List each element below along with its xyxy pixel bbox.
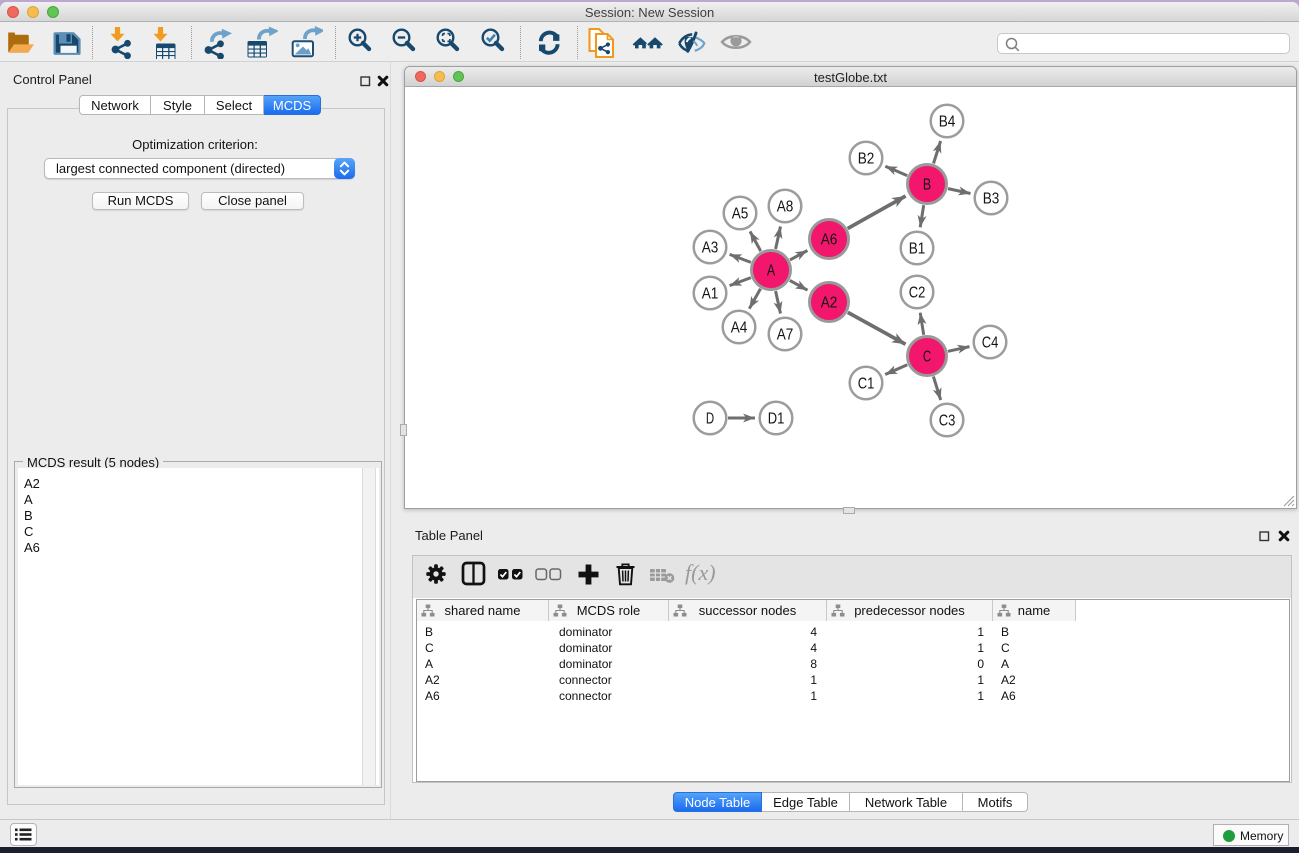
svg-text:C1: C1 [858, 376, 875, 393]
svg-text:A7: A7 [777, 327, 794, 344]
svg-text:C3: C3 [939, 413, 956, 430]
svg-text:A3: A3 [702, 240, 719, 257]
svg-text:B1: B1 [909, 241, 926, 258]
svg-text:A8: A8 [777, 199, 794, 216]
svg-text:C2: C2 [909, 285, 926, 302]
svg-text:A5: A5 [732, 206, 749, 223]
svg-text:B4: B4 [939, 114, 956, 131]
svg-text:C: C [923, 349, 931, 366]
svg-text:B: B [923, 177, 931, 194]
svg-text:D: D [706, 411, 714, 428]
svg-text:B3: B3 [983, 191, 1000, 208]
svg-text:C4: C4 [982, 335, 999, 352]
svg-text:A2: A2 [821, 295, 838, 312]
svg-text:D1: D1 [768, 411, 785, 428]
svg-text:A1: A1 [702, 286, 719, 303]
svg-text:A: A [767, 263, 776, 280]
svg-text:A4: A4 [731, 320, 748, 337]
svg-text:A6: A6 [821, 232, 838, 249]
svg-text:B2: B2 [858, 151, 875, 168]
